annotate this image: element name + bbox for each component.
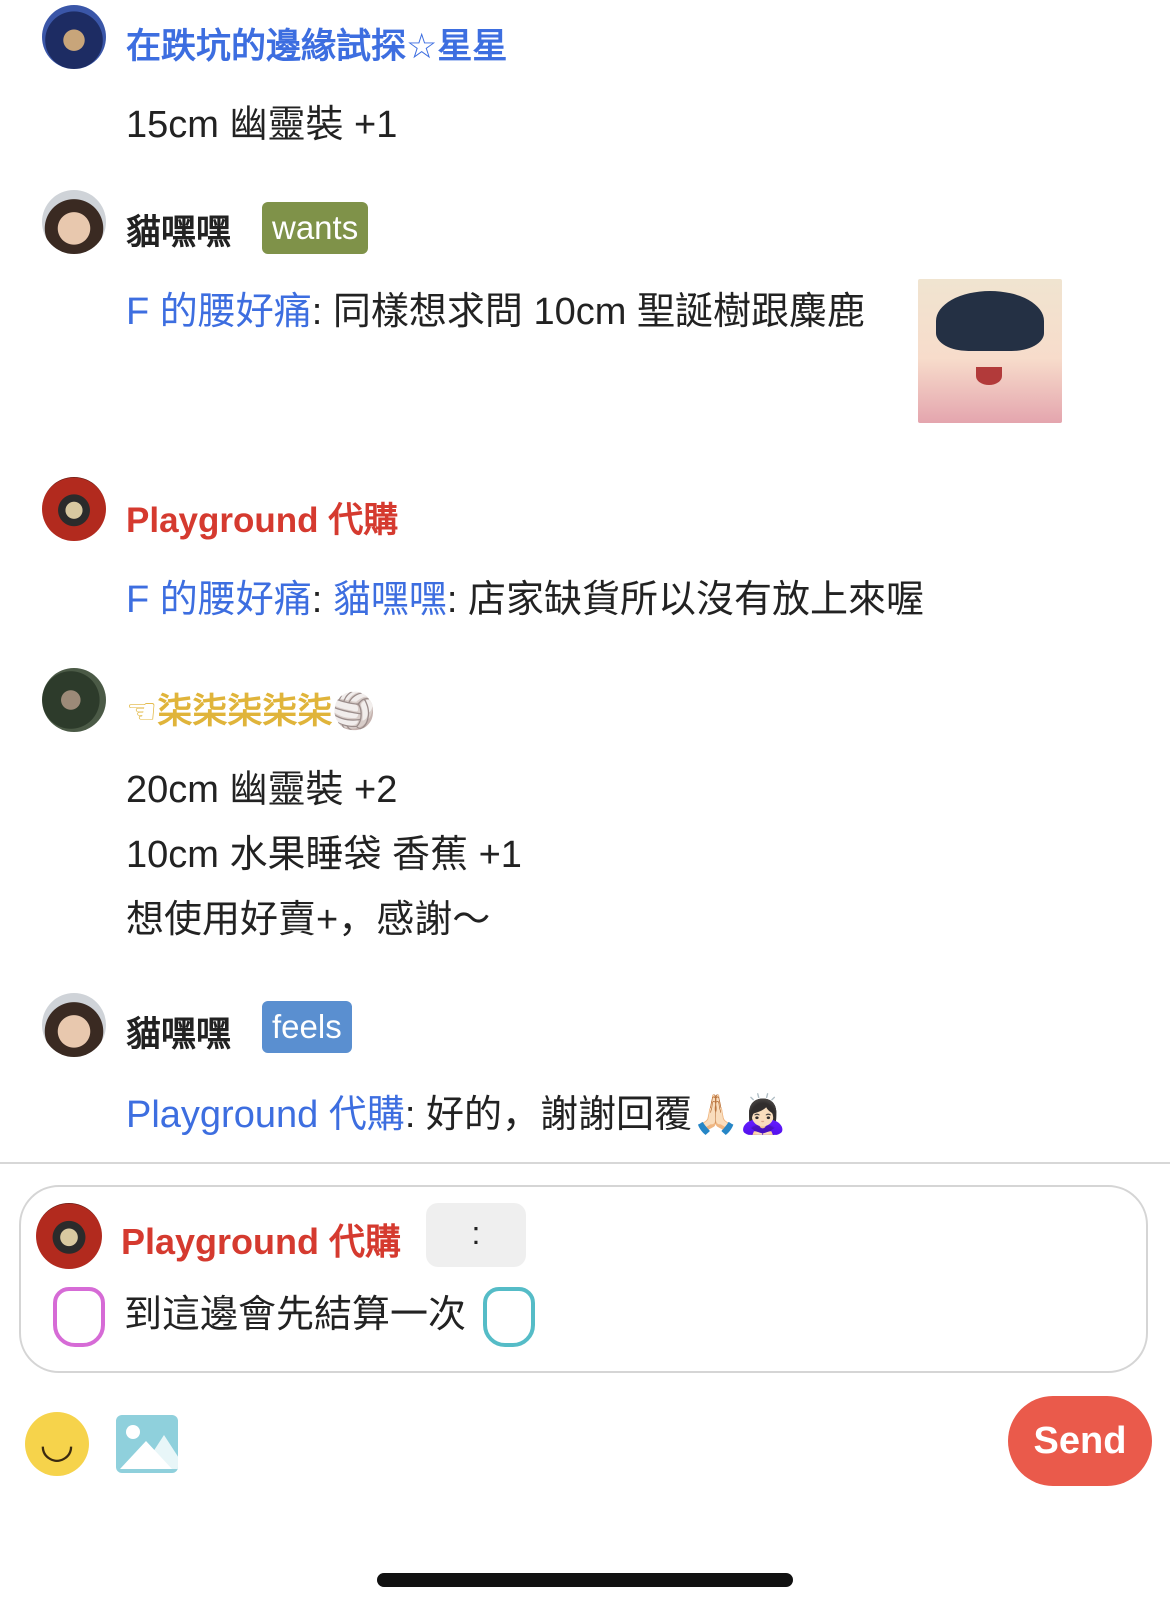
status-badge: feels bbox=[262, 1001, 352, 1053]
divider bbox=[0, 1162, 1170, 1164]
message-text: F 的腰好痛: 貓嘿嘿: 店家缺貨所以沒有放上來喔 bbox=[126, 568, 924, 623]
image-icon-mountain bbox=[120, 1441, 172, 1469]
message-body: 店家缺貨所以沒有放上來喔 bbox=[468, 579, 925, 621]
username[interactable]: Playground 代購 bbox=[126, 492, 398, 543]
username[interactable]: 貓嘿嘿 bbox=[126, 204, 231, 255]
message-body: 同樣想求問 10cm 聖誕樹跟麋鹿 bbox=[332, 291, 865, 333]
username[interactable]: 在跌坑的邊緣試探☆星星 bbox=[126, 18, 507, 69]
mention-link[interactable]: F 的腰好痛 bbox=[126, 579, 312, 621]
avatar[interactable] bbox=[42, 993, 106, 1057]
avatar bbox=[36, 1203, 102, 1269]
username[interactable]: ☜柒柒柒柒柒🏐 bbox=[126, 683, 376, 734]
emoji-button[interactable]: ◡ bbox=[25, 1412, 89, 1476]
avatar[interactable] bbox=[42, 5, 106, 69]
separator: : bbox=[311, 579, 333, 621]
image-icon bbox=[126, 1425, 140, 1439]
status-badge: wants bbox=[262, 202, 369, 254]
sticker-icon bbox=[53, 1287, 105, 1347]
sticker-image[interactable] bbox=[918, 279, 1062, 423]
message-text: 10cm 水果睡袋 香蕉 +1 bbox=[126, 834, 522, 876]
separator: : bbox=[311, 291, 333, 333]
separator: : bbox=[446, 579, 469, 621]
reply-preview[interactable]: Playground 代購 : 到這邊會先結算一次 bbox=[19, 1185, 1148, 1373]
reply-text: 到這邊會先結算一次 bbox=[124, 1294, 467, 1336]
avatar[interactable] bbox=[42, 190, 106, 254]
message-text: 15cm 幽靈裝 +1 bbox=[126, 104, 398, 146]
smile-icon: ◡ bbox=[39, 1422, 75, 1466]
message-text: F 的腰好痛: 同樣想求問 10cm 聖誕樹跟麋鹿 bbox=[126, 280, 865, 335]
username[interactable]: 貓嘿嘿 bbox=[126, 1006, 231, 1057]
message-text: 想使用好賣+，感謝～ bbox=[126, 899, 491, 941]
message-text: Playground 代購: 好的，謝謝回覆🙏🏻🙇🏻‍♀️ bbox=[126, 1083, 787, 1138]
message-body: 好的，謝謝回覆🙏🏻🙇🏻‍♀️ bbox=[425, 1094, 787, 1136]
message-text: 20cm 幽靈裝 +2 bbox=[126, 769, 398, 811]
avatar[interactable] bbox=[42, 477, 106, 541]
username-text: ☜柒柒柒柒柒 bbox=[126, 692, 333, 731]
sticker-icon bbox=[483, 1287, 535, 1347]
home-indicator[interactable] bbox=[377, 1573, 793, 1587]
mention-link[interactable]: F 的腰好痛 bbox=[126, 291, 312, 333]
reply-options-button[interactable]: : bbox=[426, 1203, 526, 1267]
avatar[interactable] bbox=[42, 668, 106, 732]
reply-username: Playground 代購 bbox=[121, 1221, 402, 1262]
mention-link[interactable]: 貓嘿嘿 bbox=[333, 579, 447, 621]
separator: : bbox=[404, 1094, 426, 1136]
mention-link[interactable]: Playground 代購 bbox=[126, 1094, 405, 1136]
send-button[interactable]: Send bbox=[1008, 1396, 1152, 1486]
image-button[interactable] bbox=[116, 1415, 178, 1473]
volleyball-icon: 🏐 bbox=[332, 692, 376, 732]
